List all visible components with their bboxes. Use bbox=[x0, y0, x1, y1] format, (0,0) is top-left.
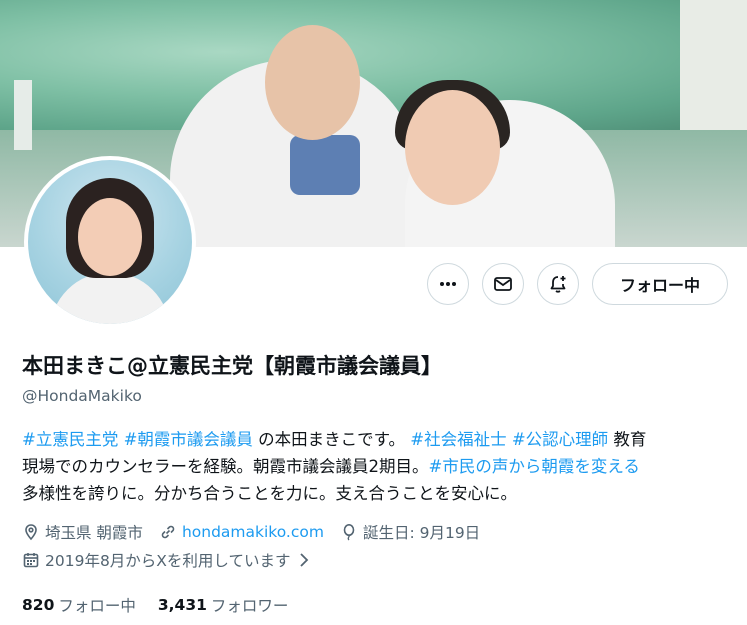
birthday-text: 誕生日: 9月19日 bbox=[362, 524, 481, 542]
mail-icon bbox=[494, 277, 512, 291]
hashtag-link[interactable]: #朝霞市議会議員 bbox=[124, 430, 253, 449]
bio-text: 教育 bbox=[608, 430, 647, 449]
avatar-image bbox=[28, 160, 192, 324]
joined-item[interactable]: 2019年8月からXを利用しています bbox=[22, 549, 317, 571]
location-text: 埼玉県 朝霞市 bbox=[45, 524, 143, 542]
banner-sign-left bbox=[14, 80, 32, 150]
banner-face-left bbox=[265, 25, 360, 140]
following-count: 820 bbox=[22, 596, 55, 614]
balloon-icon bbox=[343, 524, 355, 541]
avatar-face bbox=[78, 198, 142, 276]
website-item[interactable]: hondamakiko.com bbox=[159, 523, 324, 541]
more-button[interactable] bbox=[427, 263, 469, 305]
notify-button[interactable] bbox=[537, 263, 579, 305]
display-name: 本田まきこ@立憲民主党【朝霞市議会議員】 bbox=[22, 354, 442, 378]
follow-stats: 820 フォロー中 3,431 フォロワー bbox=[22, 594, 310, 616]
profile-avatar[interactable] bbox=[24, 156, 196, 328]
bio-text: 現場でのカウンセラーを経験。朝霞市議会議員2期目。 bbox=[22, 457, 429, 476]
followers-stat[interactable]: 3,431 フォロワー bbox=[158, 594, 289, 616]
message-button[interactable] bbox=[482, 263, 524, 305]
birthday-item: 誕生日: 9月19日 bbox=[340, 521, 480, 543]
hashtag-link[interactable]: #立憲民主党 bbox=[22, 430, 118, 449]
location-icon bbox=[25, 524, 37, 541]
user-handle: @HondaMakiko bbox=[22, 387, 142, 405]
following-stat[interactable]: 820 フォロー中 bbox=[22, 594, 136, 616]
hashtag-link[interactable]: #公認心理師 bbox=[512, 430, 608, 449]
hashtag-link[interactable]: #市民の声から朝霞を変える bbox=[429, 457, 640, 476]
bio-line: 多様性を誇りに。分かち合うことを力に。支え合うことを安心に。 bbox=[22, 480, 732, 507]
location-item: 埼玉県 朝霞市 bbox=[22, 521, 143, 543]
joined-row[interactable]: 2019年8月からXを利用しています bbox=[22, 549, 732, 571]
hashtag-link[interactable]: #社会福祉士 bbox=[410, 430, 506, 449]
bell-plus-icon bbox=[550, 276, 566, 293]
banner-sign-right bbox=[680, 0, 747, 130]
profile-meta-row: 埼玉県 朝霞市 hondamakiko.com 誕生日: 9月19日 bbox=[22, 521, 732, 543]
banner-face-right bbox=[405, 90, 500, 205]
followers-count: 3,431 bbox=[157, 596, 207, 614]
chevron-right-icon bbox=[300, 553, 309, 567]
followers-label: フォロワー bbox=[210, 597, 289, 615]
banner-scarf bbox=[290, 135, 360, 195]
avatar-body bbox=[50, 272, 170, 324]
following-button[interactable]: フォロー中 bbox=[592, 263, 728, 305]
bio-line: #立憲民主党 #朝霞市議会議員 の本田まきこです。 #社会福祉士 #公認心理師 … bbox=[22, 426, 732, 453]
calendar-icon bbox=[23, 553, 39, 568]
more-icon bbox=[440, 282, 456, 286]
profile-bio: #立憲民主党 #朝霞市議会議員 の本田まきこです。 #社会福祉士 #公認心理師 … bbox=[22, 426, 732, 507]
joined-text: 2019年8月からXを利用しています bbox=[45, 552, 291, 570]
bio-line: 現場でのカウンセラーを経験。朝霞市議会議員2期目。#市民の声から朝霞を変える bbox=[22, 453, 732, 480]
website-link[interactable]: hondamakiko.com bbox=[182, 523, 324, 541]
bio-text: の本田まきこです。 bbox=[252, 430, 411, 449]
following-label: フォロー中 bbox=[58, 597, 136, 615]
bio-text: 多様性を誇りに。分かち合うことを力に。支え合うことを安心に。 bbox=[22, 484, 517, 503]
link-icon bbox=[161, 525, 175, 539]
